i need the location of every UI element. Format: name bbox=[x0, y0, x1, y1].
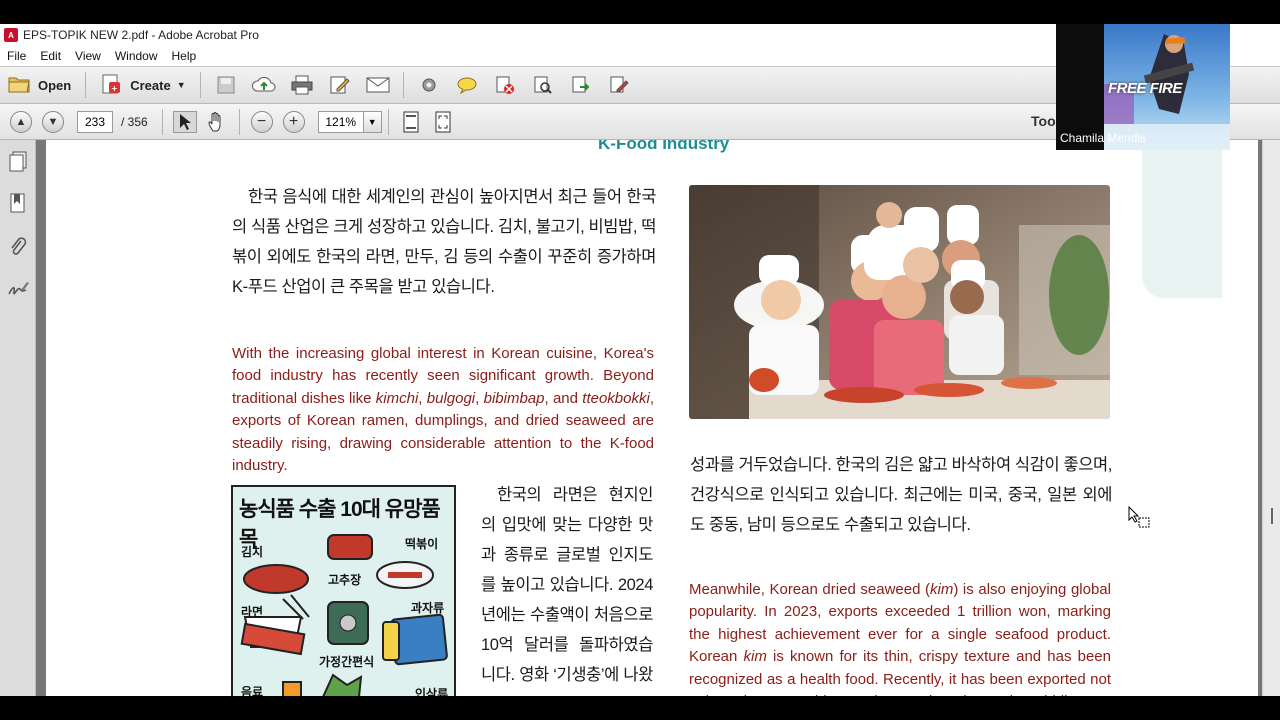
english-intro-paragraph: With the increasing global interest in K… bbox=[232, 345, 654, 475]
korean-intro-paragraph: 한국 음식에 대한 세계인의 관심이 높아지면서 최근 들어 한국의 식품 산업… bbox=[232, 188, 656, 296]
poster-label: 라면 bbox=[241, 605, 264, 619]
navigation-pane bbox=[0, 140, 36, 696]
create-button-label: Create bbox=[130, 77, 171, 93]
webcam-overlay: FREE FIRE Chamila Mendis bbox=[1056, 24, 1230, 150]
print-icon[interactable] bbox=[290, 74, 314, 96]
menu-view[interactable]: View bbox=[68, 49, 108, 63]
page-thumbnails-icon[interactable] bbox=[6, 150, 30, 174]
korean-ramen-paragraph: 한국의 라면은 현지인의 입맛에 맞는 다양한 맛과 종류로 글로벌 인지도를 … bbox=[481, 486, 653, 684]
cloud-upload-icon[interactable] bbox=[251, 74, 276, 96]
toolbar-separator bbox=[402, 72, 404, 98]
participant-name: Chamila Mendis bbox=[1060, 131, 1147, 145]
email-icon[interactable] bbox=[366, 74, 390, 96]
attachments-icon[interactable] bbox=[6, 234, 30, 258]
svg-text:+: + bbox=[111, 84, 118, 93]
poster-label: 음료 bbox=[241, 685, 264, 696]
toolbar-separator bbox=[238, 108, 240, 135]
vertical-scrollbar[interactable] bbox=[1262, 140, 1280, 696]
menu-help[interactable]: Help bbox=[165, 49, 204, 63]
save-icon[interactable] bbox=[214, 74, 238, 96]
zoom-in-button[interactable]: + bbox=[282, 110, 305, 133]
select-tool-icon[interactable] bbox=[172, 110, 197, 133]
redact-icon[interactable] bbox=[493, 74, 517, 96]
poster-label: 떡볶이 bbox=[405, 537, 439, 551]
fit-page-icon[interactable] bbox=[399, 111, 423, 133]
zoom-level-input[interactable]: 121% bbox=[317, 110, 364, 133]
document-view: K-Food Industry 한국 음식에 대한 세계인의 관심이 높아지면서… bbox=[36, 140, 1262, 696]
menu-edit[interactable]: Edit bbox=[33, 49, 68, 63]
window-title: EPS-TOPIK NEW 2.pdf - Adobe Acrobat Pro bbox=[23, 28, 259, 42]
zoom-out-button[interactable]: − bbox=[250, 110, 273, 133]
signatures-icon[interactable] bbox=[6, 276, 30, 300]
pdf-page: K-Food Industry 한국 음식에 대한 세계인의 관심이 높아지면서… bbox=[46, 140, 1258, 696]
top-letterbox bbox=[0, 0, 1280, 24]
toolbar-separator bbox=[161, 108, 163, 135]
open-button-label: Open bbox=[38, 77, 72, 93]
menu-window[interactable]: Window bbox=[108, 49, 165, 63]
korean-seaweed-paragraph: 성과를 거두었습니다. 한국의 김은 얇고 바삭하여 식감이 좋으며, 건강식으… bbox=[690, 456, 1112, 534]
english-seaweed-paragraph: Meanwhile, Korean dried seaweed (kim) is… bbox=[689, 581, 1111, 696]
toolbar-separator bbox=[199, 72, 201, 98]
mouse-cursor-icon bbox=[1128, 505, 1152, 535]
poster-label: 김치 bbox=[241, 545, 264, 559]
game-logo: FREE FIRE bbox=[1108, 80, 1182, 97]
poster-label: 가정간편식 bbox=[319, 655, 375, 669]
tools-pane-button[interactable]: Too bbox=[1031, 113, 1056, 129]
cooking-class-photo bbox=[689, 185, 1110, 419]
edit-document-icon[interactable] bbox=[328, 74, 352, 96]
create-button[interactable]: + Create ▼ bbox=[92, 70, 193, 100]
poster-label: 과자류 bbox=[411, 601, 445, 615]
export-items-poster: 농식품 수출 10대 유망품목 김치 떡볶이 고추장 라면 과자류 가정간편식 … bbox=[231, 485, 456, 696]
menu-file[interactable]: File bbox=[0, 49, 33, 63]
section-title: K-Food Industry bbox=[598, 140, 730, 153]
bookmarks-icon[interactable] bbox=[6, 192, 30, 216]
page-total: / 356 bbox=[121, 114, 148, 129]
sign-icon[interactable] bbox=[607, 74, 631, 96]
page-number-input[interactable]: 233 bbox=[77, 110, 113, 133]
create-pdf-icon: + bbox=[100, 73, 122, 98]
scrollbar-thumb[interactable] bbox=[1271, 508, 1273, 524]
comment-icon[interactable] bbox=[455, 74, 479, 96]
full-screen-icon[interactable] bbox=[431, 111, 455, 133]
next-page-button[interactable]: ▼ bbox=[42, 110, 64, 133]
chevron-down-icon: ▼ bbox=[176, 80, 186, 90]
zoom-dropdown-button[interactable]: ▼ bbox=[363, 110, 382, 133]
decorative-tab-shape bbox=[1142, 140, 1222, 298]
export-icon[interactable] bbox=[569, 74, 593, 96]
previous-page-button[interactable]: ▲ bbox=[10, 110, 32, 133]
poster-label: 고추장 bbox=[328, 573, 362, 587]
gear-icon[interactable] bbox=[417, 74, 441, 96]
hand-tool-icon[interactable] bbox=[205, 111, 229, 133]
bottom-letterbox bbox=[0, 696, 1280, 720]
folder-icon bbox=[8, 75, 30, 96]
acrobat-pdf-icon: A bbox=[4, 28, 18, 42]
toolbar-separator bbox=[85, 72, 87, 98]
toolbar-separator bbox=[387, 108, 389, 135]
search-document-icon[interactable] bbox=[531, 74, 555, 96]
open-button[interactable]: Open bbox=[0, 70, 79, 100]
poster-label: 인삼류 bbox=[415, 687, 449, 696]
